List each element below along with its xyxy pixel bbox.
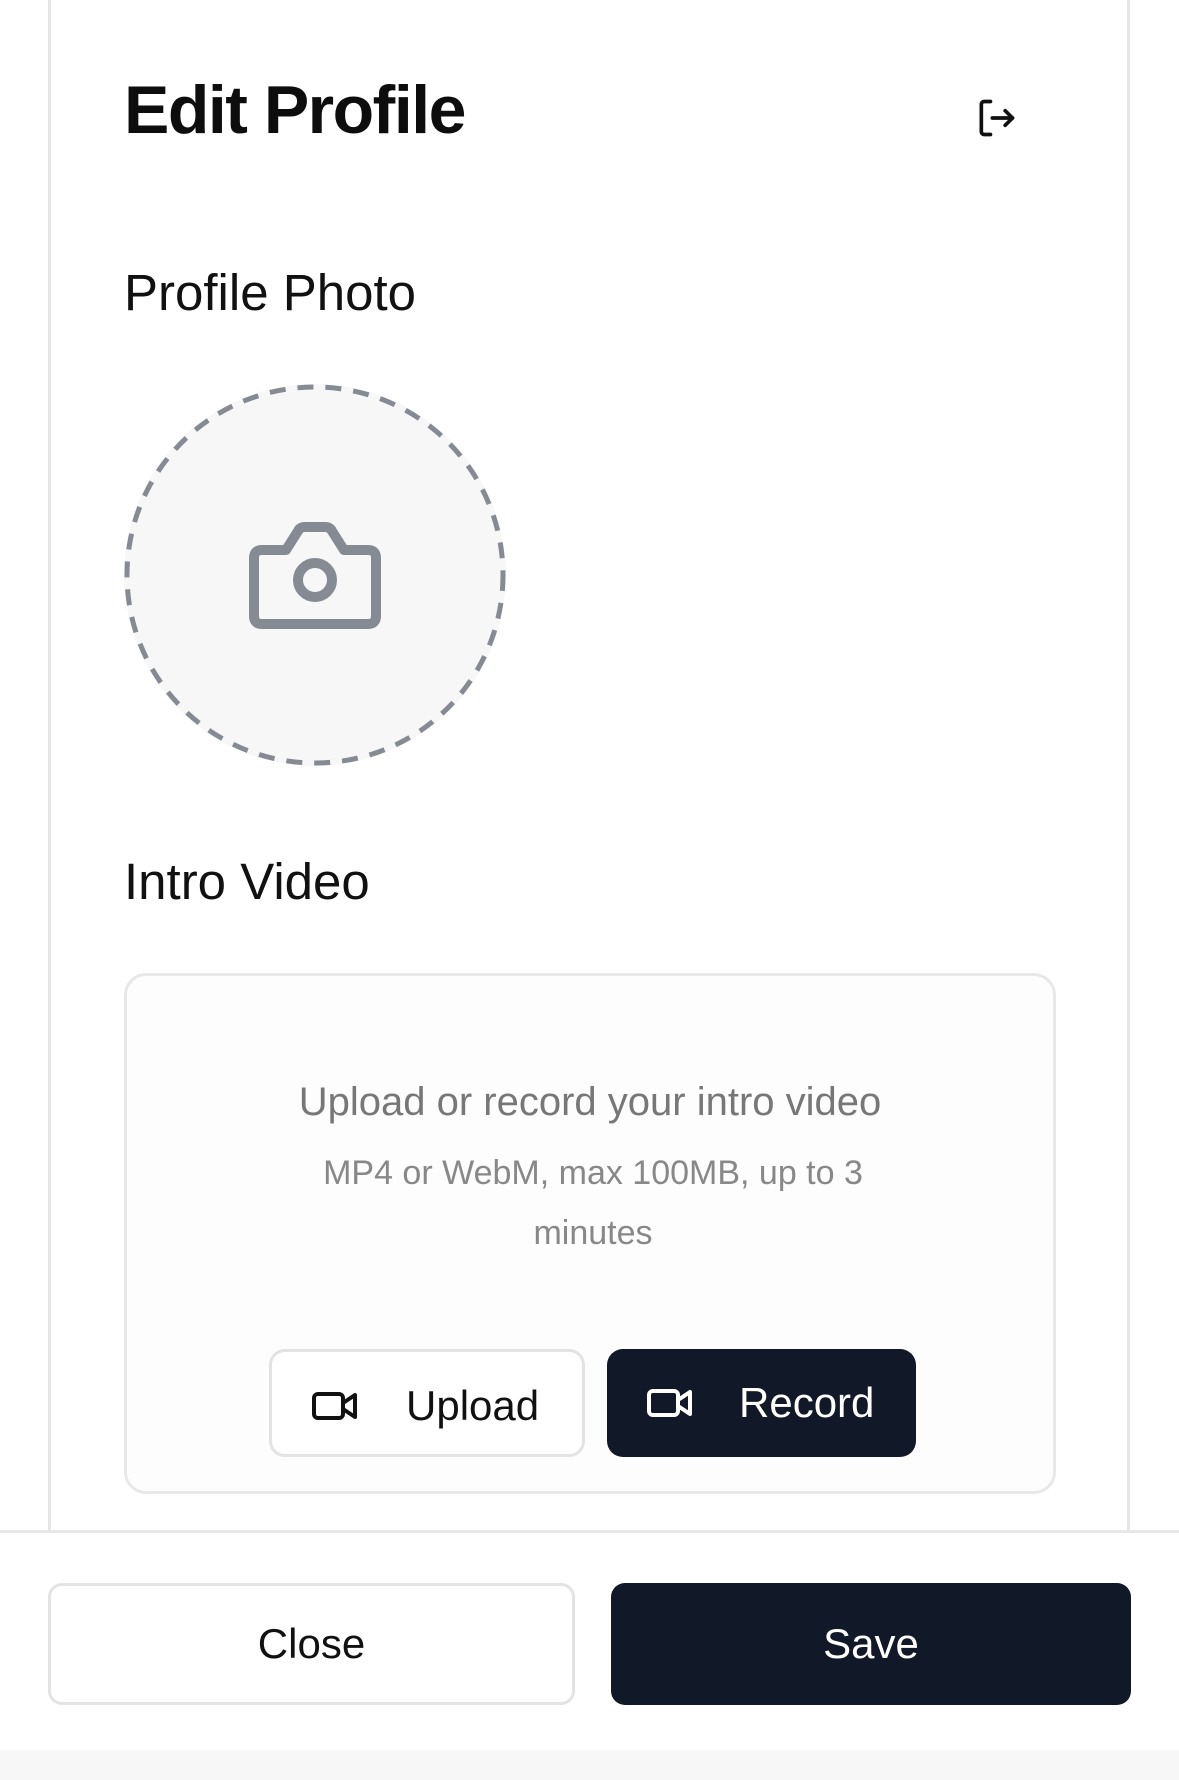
bottom-strip	[0, 1750, 1179, 1780]
logout-icon	[979, 99, 1015, 137]
upload-label: Upload	[406, 1382, 540, 1429]
video-camera-icon	[312, 1392, 357, 1420]
profile-photo-title: Profile Photo	[124, 264, 417, 321]
close-button[interactable]: Close	[48, 1583, 575, 1705]
logout-button[interactable]	[970, 92, 1022, 144]
video-camera-icon	[647, 1389, 692, 1417]
video-dropzone[interactable]: Upload or record your intro video MP4 or…	[124, 973, 1056, 1494]
intro-video-title: Intro Video	[124, 853, 370, 910]
camera-icon	[249, 522, 381, 629]
video-format-hint: MP4 or WebM, max 100MB, up to 3 minutes	[323, 1154, 863, 1252]
save-button[interactable]: Save	[611, 1583, 1131, 1705]
footer: Close Save	[0, 1530, 1179, 1750]
page-title: Edit Profile	[124, 72, 466, 148]
video-hint: Upload or record your intro video	[298, 1080, 882, 1124]
record-button[interactable]: Record	[607, 1349, 916, 1457]
profile-photo-upload[interactable]	[124, 384, 506, 766]
record-label: Record	[739, 1379, 875, 1426]
upload-button[interactable]: Upload	[269, 1349, 585, 1457]
header: Edit Profile	[124, 70, 1024, 150]
